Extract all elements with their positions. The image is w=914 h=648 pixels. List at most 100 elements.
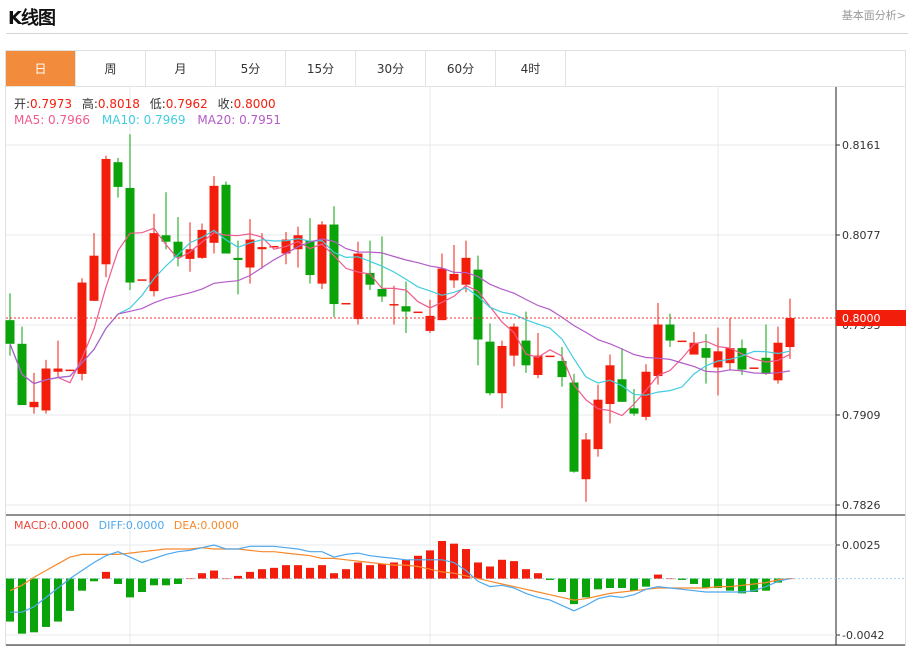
diff-legend-value: DIFF:0.0000: [98, 519, 165, 532]
low-label: 低:: [149, 97, 166, 111]
candle: [41, 359, 51, 414]
candle: [425, 299, 435, 334]
price-tick-label: 0.8161: [842, 139, 881, 152]
macd-bar: [606, 578, 614, 588]
macd-bar: [102, 571, 110, 579]
candle-body: [413, 311, 423, 314]
macd-bar: [150, 578, 158, 586]
candle-body: [341, 302, 351, 305]
candle: [749, 367, 759, 369]
macd-bar: [522, 569, 530, 579]
macd-bar: [30, 578, 38, 633]
candle-body: [353, 253, 363, 320]
macd-bar: [66, 578, 74, 611]
candle-body: [197, 229, 207, 258]
candle: [641, 364, 651, 421]
candle: [185, 222, 195, 272]
macd-bar: [270, 567, 278, 579]
candle: [617, 348, 627, 402]
candle: [365, 240, 375, 291]
macd-bar: [366, 565, 374, 579]
macd-bar: [582, 578, 590, 598]
macd-bar: [198, 573, 206, 579]
candle: [449, 244, 459, 288]
candle-body: [725, 348, 735, 364]
candle-body: [749, 367, 759, 369]
candle: [5, 293, 15, 356]
current-price-label: 0.8000: [842, 312, 881, 325]
candle: [557, 347, 567, 387]
candle-body: [497, 345, 507, 394]
macd-legend-value: MACD:0.0000: [14, 519, 90, 532]
candle-body: [629, 408, 639, 414]
candle: [137, 279, 147, 281]
candle: [353, 241, 363, 325]
candle-body: [89, 255, 99, 301]
macd-bar: [306, 567, 314, 579]
macd-bar: [138, 578, 146, 593]
candle-body: [737, 348, 747, 370]
macd-bar: [666, 578, 674, 580]
low-value: 0.7962: [165, 97, 208, 111]
candle: [773, 326, 783, 384]
candle-body: [305, 240, 315, 276]
candle: [437, 253, 447, 321]
macd-bar: [630, 578, 638, 591]
macd-bar: [42, 578, 50, 627]
high-value: 0.8018: [97, 97, 140, 111]
candle-body: [485, 341, 495, 394]
candle-body: [5, 320, 15, 344]
candle: [389, 285, 399, 325]
candle: [593, 384, 603, 457]
macd-bar: [258, 569, 266, 579]
macd-bar: [54, 578, 62, 622]
candle: [113, 157, 123, 198]
candle: [65, 369, 75, 372]
candle-body: [221, 184, 231, 254]
macd-bar: [378, 563, 386, 579]
macd-bar: [90, 578, 98, 582]
macd-bar: [330, 573, 338, 579]
ma5-legend: MA5: 0.7966: [14, 113, 91, 127]
candle-body: [569, 382, 579, 472]
candle-body: [209, 185, 219, 243]
macd-bar: [114, 578, 122, 584]
candle-body: [329, 224, 339, 305]
macd-bar: [558, 578, 566, 593]
candle-body: [665, 324, 675, 341]
candle: [473, 255, 483, 366]
price-tick-label: 0.7826: [842, 499, 881, 512]
macd-bar: [6, 578, 14, 622]
candle-body: [449, 273, 459, 281]
candle-body: [77, 282, 87, 374]
macd-legend: MACD:0.0000 DIFF:0.0000 DEA:0.0000: [14, 519, 239, 532]
macd-bar: [354, 562, 362, 579]
candle: [413, 311, 423, 314]
candle: [581, 433, 591, 502]
macd-bar: [498, 559, 506, 579]
candle-body: [401, 306, 411, 312]
price-tick-label: 0.7909: [842, 409, 881, 422]
macd-bar: [174, 578, 182, 584]
close-label: 收:: [217, 97, 234, 111]
candle-body: [317, 224, 327, 284]
ma20-legend: MA20: 0.7951: [197, 113, 282, 127]
candle-body: [53, 368, 63, 372]
price-tick-label: 0.8077: [842, 229, 881, 242]
candle: [281, 232, 291, 265]
candle: [341, 302, 351, 305]
candle: [665, 313, 675, 348]
macd-bar: [726, 578, 734, 591]
open-label: 开:: [14, 97, 31, 111]
candle-body: [29, 401, 39, 408]
macd-bar: [690, 578, 698, 584]
candle: [677, 340, 687, 343]
candle: [197, 223, 207, 259]
ma10-legend: MA10: 0.7969: [101, 113, 186, 127]
candle: [377, 236, 387, 302]
macd-bar: [510, 561, 518, 579]
macd-bar: [702, 578, 710, 588]
candle-body: [761, 357, 771, 374]
candle-body: [677, 340, 687, 343]
macd-bar: [294, 565, 302, 579]
